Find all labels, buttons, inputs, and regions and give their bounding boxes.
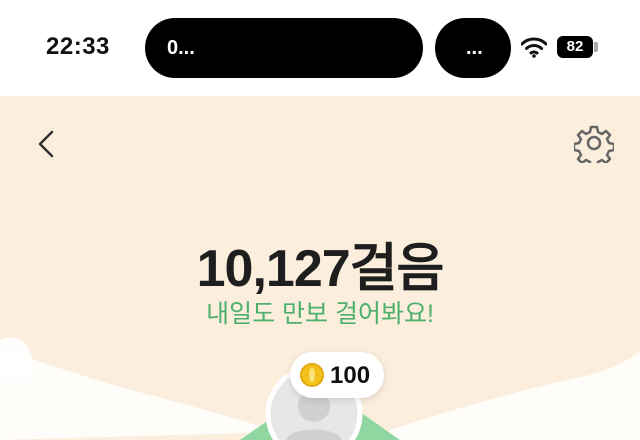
wifi-icon (521, 37, 547, 58)
step-count: 10,127걸음 (196, 240, 445, 298)
battery-indicator: 82 (557, 36, 593, 58)
dynamic-island-left: 0... (145, 18, 423, 78)
battery-cap (594, 42, 598, 52)
pill-left-text: 0... (167, 37, 195, 59)
dynamic-island-right: ... (435, 18, 511, 78)
chevron-left-icon[interactable] (32, 124, 62, 164)
status-bar: 22:33 0... ... 82 (0, 0, 640, 96)
pill-right-text: ... (466, 37, 483, 59)
coin-icon (300, 363, 324, 387)
reward-amount: 100 (330, 362, 371, 389)
reward-bubble[interactable]: 100 (290, 352, 384, 398)
status-time: 22:33 (46, 33, 110, 60)
gear-icon[interactable] (574, 123, 614, 163)
